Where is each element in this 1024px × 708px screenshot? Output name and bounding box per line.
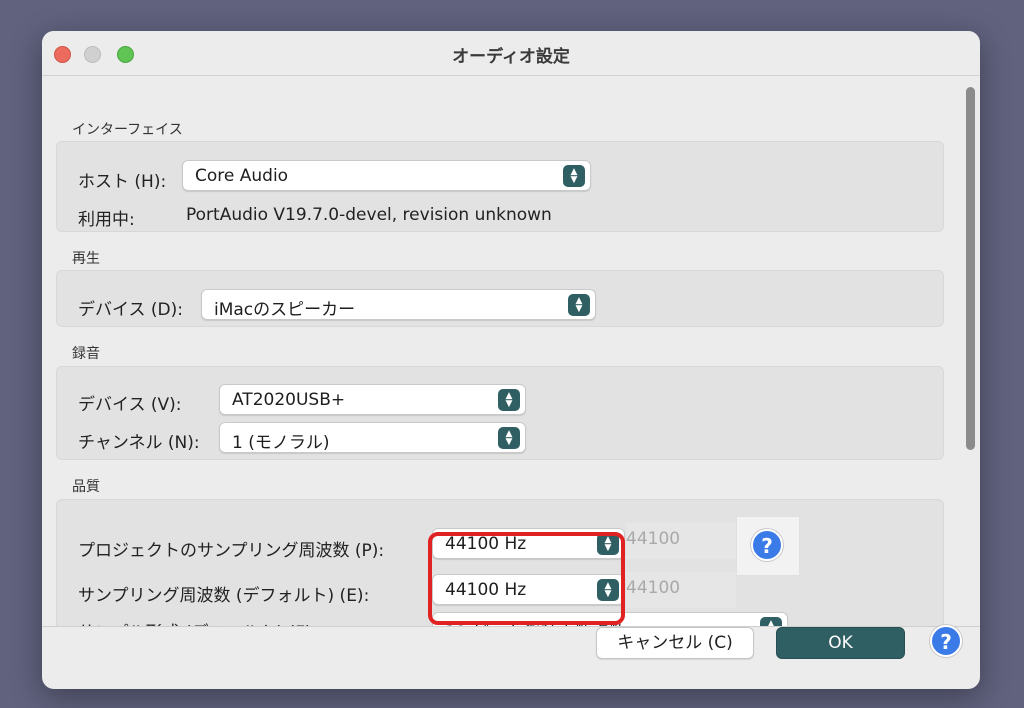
quality-help-button[interactable]: ? bbox=[751, 529, 783, 561]
in-use-label: 利用中: bbox=[78, 210, 135, 230]
audio-settings-window: オーディオ設定 インターフェイス ホスト (H): Core Audio ▲ ▼ … bbox=[42, 31, 980, 689]
chevron-updown-icon: ▲▼ bbox=[498, 427, 520, 449]
scroll-thumb[interactable] bbox=[966, 87, 975, 450]
section-label-quality: 品質 bbox=[72, 479, 100, 495]
sample-format-label: サンプル形式 (デフォルト) (F): bbox=[78, 618, 317, 626]
playback-device-value: iMacのスピーカー bbox=[214, 300, 356, 320]
channels-label: チャンネル (N): bbox=[78, 433, 200, 453]
section-label-playback: 再生 bbox=[72, 251, 100, 267]
host-select[interactable]: Core Audio ▲ ▼ bbox=[182, 160, 591, 191]
chevron-updown-icon: ▲▼ bbox=[498, 389, 520, 411]
title-bar: オーディオ設定 bbox=[42, 31, 980, 76]
section-label-interface: インターフェイス bbox=[72, 122, 183, 138]
host-label: ホスト (H): bbox=[78, 172, 167, 192]
chevron-updown-icon: ▲▼ bbox=[760, 617, 782, 626]
vertical-scrollbar[interactable] bbox=[962, 77, 980, 626]
project-rate-field[interactable]: 44100 bbox=[626, 523, 736, 559]
in-use-value: PortAudio V19.7.0-devel, revision unknow… bbox=[186, 205, 552, 225]
window-title: オーディオ設定 bbox=[452, 47, 570, 67]
project-rate-label: プロジェクトのサンプリング周波数 (P): bbox=[78, 541, 385, 561]
ok-button[interactable]: OK bbox=[776, 627, 905, 659]
default-rate-label: サンプリング周波数 (デフォルト) (E): bbox=[78, 586, 370, 606]
recording-group: デバイス (V): AT2020USB+ ▲ ▼ チャンネル (N): 1 (モノ… bbox=[56, 366, 944, 460]
host-select-value: Core Audio bbox=[195, 166, 289, 186]
settings-content: インターフェイス ホスト (H): Core Audio ▲ ▼ 利用中: Por… bbox=[42, 77, 962, 626]
section-label-recording: 録音 bbox=[72, 346, 100, 362]
playback-group: デバイス (D): iMacのスピーカー ▲ ▼ bbox=[56, 270, 944, 327]
cancel-button[interactable]: キャンセル (C) bbox=[596, 627, 754, 659]
playback-device-select[interactable]: iMacのスピーカー ▲ ▼ bbox=[201, 289, 596, 320]
channels-select[interactable]: 1 (モノラル) ▲ ▼ bbox=[219, 422, 526, 453]
chevron-updown-icon: ▲▼ bbox=[563, 165, 585, 187]
quality-help-box: ? bbox=[736, 516, 800, 576]
interface-group: ホスト (H): Core Audio ▲ ▼ 利用中: PortAudio V1… bbox=[56, 141, 944, 232]
recording-device-label: デバイス (V): bbox=[78, 395, 182, 415]
channels-value: 1 (モノラル) bbox=[232, 433, 330, 453]
recording-device-value: AT2020USB+ bbox=[232, 390, 346, 410]
chevron-updown-icon: ▲▼ bbox=[568, 294, 590, 316]
default-rate-field[interactable]: 44100 bbox=[626, 572, 736, 608]
highlight-annotation bbox=[428, 532, 625, 625]
playback-device-label: デバイス (D): bbox=[78, 300, 183, 320]
footer-help-button[interactable]: ? bbox=[930, 625, 962, 657]
recording-device-select[interactable]: AT2020USB+ ▲ ▼ bbox=[219, 384, 526, 415]
